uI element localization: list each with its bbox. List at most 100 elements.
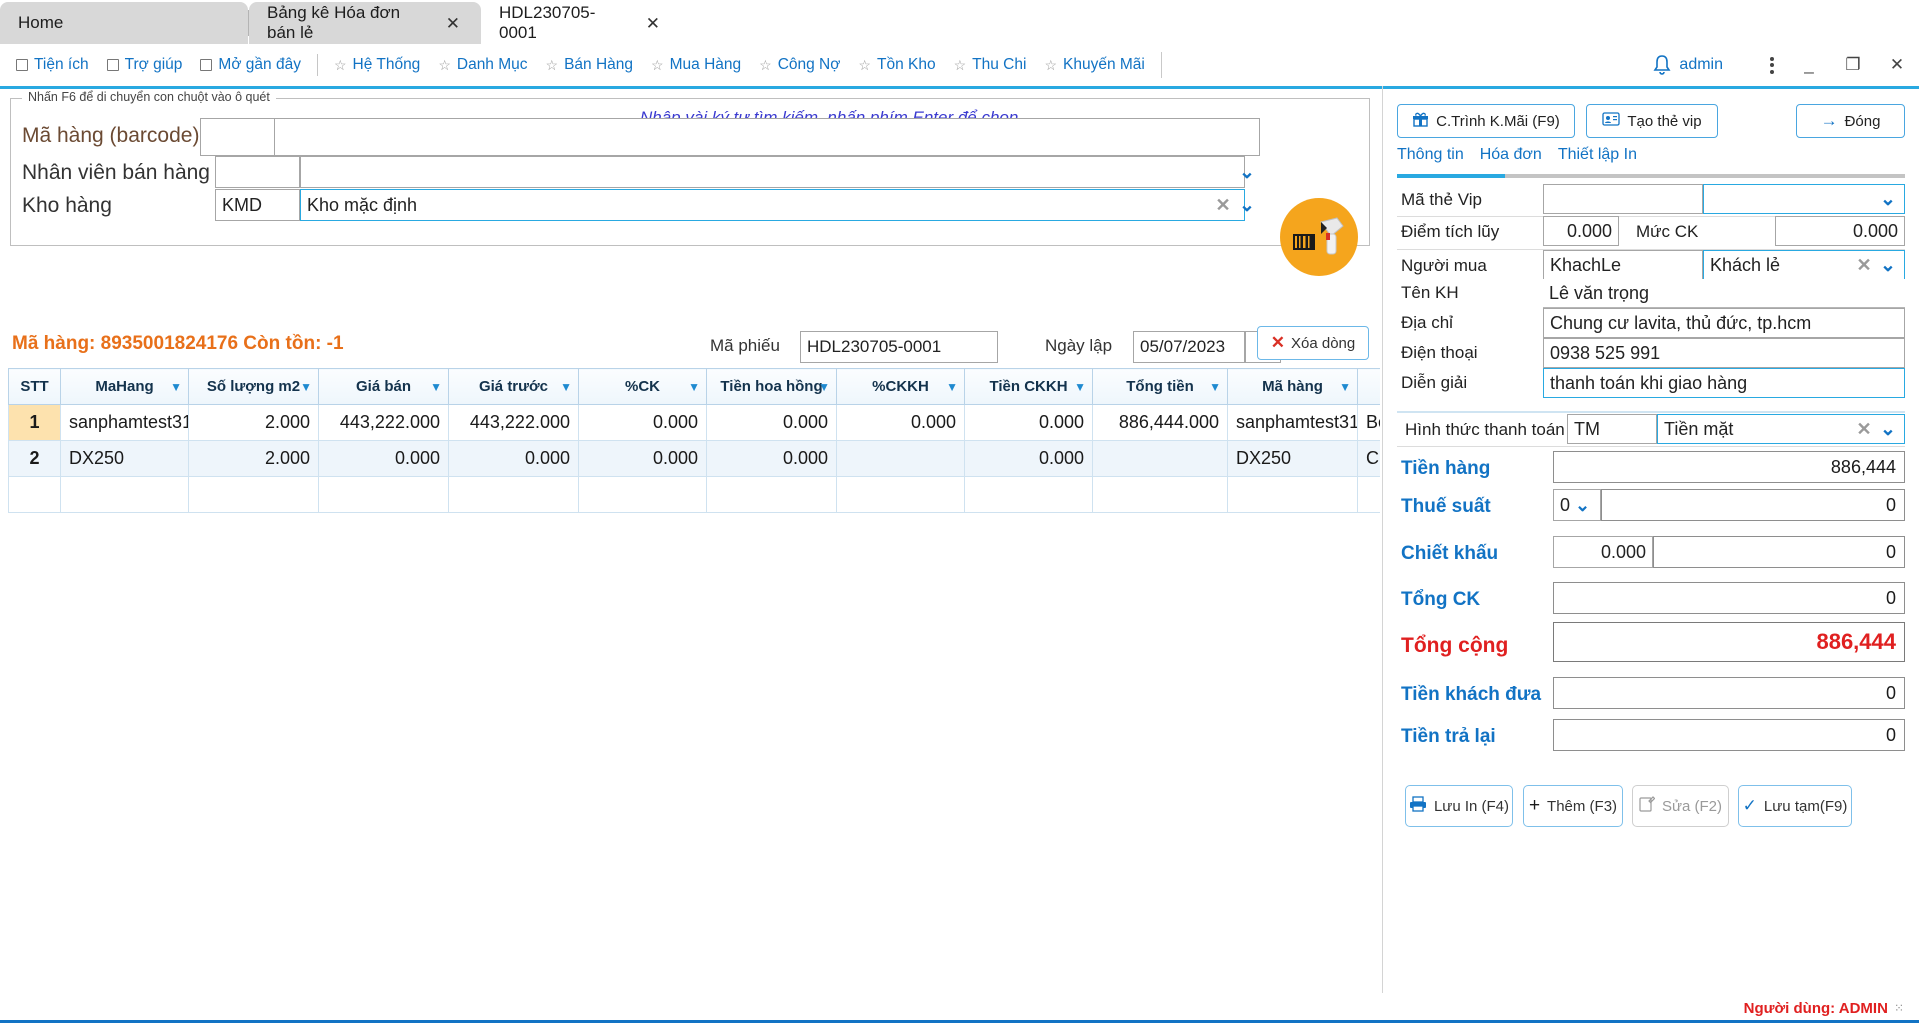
cell-tongtien[interactable] xyxy=(1092,440,1228,477)
staff-code-input[interactable] xyxy=(215,156,300,188)
filter-icon[interactable]: ▼ xyxy=(1209,380,1221,394)
cell-mahang2[interactable]: sanphamtest31 xyxy=(1227,404,1358,441)
col-soluong[interactable]: Số lượng m2 ▼ xyxy=(188,368,319,405)
cell-madvt[interactable]: Chai xyxy=(1357,440,1380,477)
edit-button[interactable]: Sửa (F2) xyxy=(1632,785,1729,827)
cell-tienhoahong[interactable]: 0.000 xyxy=(706,440,837,477)
cell-giatruoc[interactable]: 0.000 xyxy=(448,440,579,477)
payment-code-input[interactable]: TM xyxy=(1567,414,1657,444)
col-giatruoc[interactable]: Giá trước ▼ xyxy=(448,368,579,405)
cell-soluong[interactable]: 2.000 xyxy=(188,440,319,477)
notification-area[interactable]: admin xyxy=(1652,54,1723,76)
address-input[interactable]: Chung cư lavita, thủ đức, tp.hcm xyxy=(1543,308,1905,338)
menu-item-mo-gan-day[interactable]: Mở gần đây xyxy=(191,50,310,80)
tab-hdl230705-0001[interactable]: HDL230705-0001 ✕ xyxy=(481,2,681,44)
tab-home[interactable]: Home xyxy=(0,2,248,44)
menu-item-tien-ich[interactable]: Tiện ích xyxy=(7,50,98,80)
menu-item-tro-giup[interactable]: Trợ giúp xyxy=(98,50,192,80)
tab-hoa-don[interactable]: Hóa đơn xyxy=(1480,146,1542,164)
note-input[interactable]: thanh toán khi giao hàng xyxy=(1543,368,1905,398)
cell-tongtien[interactable]: 886,444.000 xyxy=(1092,404,1228,441)
cell-pck[interactable]: 0.000 xyxy=(578,404,707,441)
col-tongtien[interactable]: Tổng tiền ▼ xyxy=(1092,368,1228,405)
filter-icon[interactable]: ▼ xyxy=(300,380,312,394)
cell-soluong[interactable]: 2.000 xyxy=(188,404,319,441)
col-tienhoahong[interactable]: Tiền hoa hồng ▼ xyxy=(706,368,837,405)
voucher-input[interactable]: HDL230705-0001 xyxy=(800,331,998,363)
menu-item-ban-hang[interactable]: ☆ Bán Hàng xyxy=(537,50,643,80)
table-row[interactable]: 1 sanphamtest31 2.000 443,222.000 443,22… xyxy=(8,404,1380,441)
col-madvt[interactable]: Mã Đ xyxy=(1357,368,1380,405)
date-input[interactable]: 05/07/2023 xyxy=(1133,331,1245,363)
cell-giaban[interactable]: 443,222.000 xyxy=(318,404,449,441)
barcode-input[interactable] xyxy=(200,118,275,156)
save-print-button[interactable]: Lưu In (F4) xyxy=(1405,785,1513,827)
tab-bang-ke-hoa-don[interactable]: Bảng kê Hóa đơn bán lẻ ✕ xyxy=(249,2,481,44)
cell-giaban[interactable]: 0.000 xyxy=(318,440,449,477)
cell-mahang[interactable]: DX250 xyxy=(60,440,189,477)
menu-item-khuyen-mai[interactable]: ☆ Khuyến Mãi xyxy=(1035,50,1153,80)
discount-percent-input[interactable]: 0.000 xyxy=(1553,536,1653,568)
tab-close-icon[interactable]: ✕ xyxy=(643,15,663,32)
col-stt[interactable]: STT xyxy=(8,368,61,405)
cell-pckkh[interactable] xyxy=(836,440,965,477)
cell-madvt[interactable]: Bo xyxy=(1357,404,1380,441)
buyer-code-input[interactable]: KhachLe xyxy=(1543,250,1703,280)
table-row[interactable]: 2 DX250 2.000 0.000 0.000 0.000 0.000 0.… xyxy=(8,440,1380,477)
customer-paid-value[interactable]: 0 xyxy=(1553,677,1905,709)
filter-icon[interactable]: ▼ xyxy=(818,380,830,394)
menu-item-cong-no[interactable]: ☆ Công Nợ xyxy=(750,50,849,80)
payment-dropdown-icon[interactable]: ⌄ xyxy=(1875,414,1901,444)
cell-mahang[interactable]: sanphamtest31 xyxy=(60,404,189,441)
menu-item-thu-chi[interactable]: ☆ Thu Chi xyxy=(945,50,1036,80)
cell-pck[interactable]: 0.000 xyxy=(578,440,707,477)
invoice-items-grid[interactable]: STT MaHang ▼ Số lượng m2 ▼ Giá bán ▼ Giá tr… xyxy=(8,368,1380,1023)
filter-icon[interactable]: ▼ xyxy=(430,380,442,394)
warehouse-name-input[interactable]: Kho mặc định xyxy=(300,189,1245,221)
tab-thiet-lap-in[interactable]: Thiết lập In xyxy=(1558,146,1637,164)
menu-item-he-thong[interactable]: ☆ Hệ Thống xyxy=(325,50,429,80)
cell-tienckkh[interactable]: 0.000 xyxy=(964,440,1093,477)
cell-giatruoc[interactable]: 443,222.000 xyxy=(448,404,579,441)
cell-pckkh[interactable]: 0.000 xyxy=(836,404,965,441)
vip-code-input[interactable] xyxy=(1543,184,1703,214)
customer-name-input[interactable]: Lê văn trọng xyxy=(1543,279,1905,308)
save-draft-button[interactable]: ✓ Lưu tạm(F9) xyxy=(1738,785,1852,827)
tab-thong-tin[interactable]: Thông tin xyxy=(1397,146,1464,164)
close-panel-button[interactable]: → Đóng xyxy=(1796,104,1905,138)
phone-input[interactable]: 0938 525 991 xyxy=(1543,338,1905,368)
staff-dropdown-icon[interactable]: ⌄ xyxy=(1230,156,1264,188)
col-mahang[interactable]: MaHang ▼ xyxy=(60,368,189,405)
filter-icon[interactable]: ▼ xyxy=(1339,380,1351,394)
buyer-clear-icon[interactable]: ✕ xyxy=(1853,250,1875,280)
col-pckkh[interactable]: %CKKH ▼ xyxy=(836,368,965,405)
filter-icon[interactable]: ▼ xyxy=(1074,380,1086,394)
ck-level-input[interactable]: 0.000 xyxy=(1775,216,1905,246)
menu-item-danh-muc[interactable]: ☆ Danh Mục xyxy=(429,50,536,80)
filter-icon[interactable]: ▼ xyxy=(946,380,958,394)
cell-tienckkh[interactable]: 0.000 xyxy=(964,404,1093,441)
add-button[interactable]: + Thêm (F3) xyxy=(1523,785,1623,827)
menu-item-mua-hang[interactable]: ☆ Mua Hàng xyxy=(642,50,750,80)
staff-name-input[interactable] xyxy=(300,156,1245,188)
buyer-dropdown-icon[interactable]: ⌄ xyxy=(1875,250,1901,280)
delete-row-button[interactable]: ✕ Xóa dòng xyxy=(1257,326,1369,360)
col-giaban[interactable]: Giá bán ▼ xyxy=(318,368,449,405)
points-input[interactable]: 0.000 xyxy=(1543,216,1619,246)
chevron-down-icon[interactable]: ⌄ xyxy=(1575,495,1590,516)
tab-close-icon[interactable]: ✕ xyxy=(443,15,463,32)
col-pck[interactable]: %CK ▼ xyxy=(578,368,707,405)
filter-icon[interactable]: ▼ xyxy=(688,380,700,394)
resize-grip-icon[interactable]: ⁙ xyxy=(1894,1001,1905,1015)
payment-clear-icon[interactable]: ✕ xyxy=(1853,414,1875,444)
minimize-button[interactable]: _ xyxy=(1787,55,1831,75)
maximize-button[interactable]: ❐ xyxy=(1831,55,1875,75)
col-tienckkh[interactable]: Tiền CKKH ▼ xyxy=(964,368,1093,405)
cell-tienhoahong[interactable]: 0.000 xyxy=(706,404,837,441)
warehouse-dropdown-icon[interactable]: ⌄ xyxy=(1230,189,1264,221)
more-options-icon[interactable] xyxy=(1757,54,1787,76)
filter-icon[interactable]: ▼ xyxy=(560,380,572,394)
vip-code-dropdown-icon[interactable]: ⌄ xyxy=(1875,184,1901,214)
tax-rate-select[interactable]: 0 ⌄ xyxy=(1553,489,1601,521)
menu-item-ton-kho[interactable]: ☆ Tồn Kho xyxy=(849,50,944,80)
